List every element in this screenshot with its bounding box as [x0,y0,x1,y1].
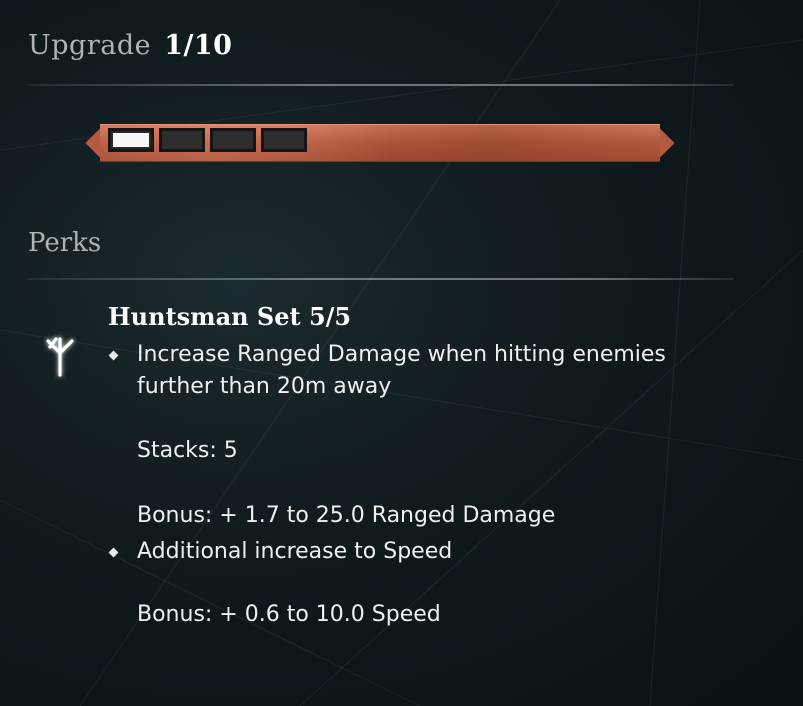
perk-line-2: further than 20m away [137,374,392,399]
upgrade-divider [28,84,733,86]
perk-set-name: Huntsman Set 5/5 [108,302,352,331]
perk-bullet-2 [108,547,119,558]
perks-divider [28,278,733,280]
upgrade-progress-bar [85,124,675,162]
perk-bonus-2: Bonus: + 0.6 to 10.0 Speed [137,602,441,627]
upgrade-level: 1/10 [164,30,233,61]
upgrade-header: Upgrade 1/10 [28,30,232,61]
upgrade-pip-empty [210,128,256,152]
perk-bonus-1: Bonus: + 1.7 to 25.0 Ranged Damage [137,503,556,528]
rune-icon [46,337,74,377]
upgrade-pip-empty [261,128,307,152]
perk-line-speed: Additional increase to Speed [137,539,453,564]
upgrade-pip-empty [159,128,205,152]
upgrade-label: Upgrade [28,30,152,61]
upgrade-pip-filled [108,128,154,152]
upgrade-pips [108,128,307,152]
perk-bullet-1 [108,350,119,361]
perk-stacks: Stacks: 5 [137,438,238,463]
perks-title: Perks [28,228,102,258]
perk-line-1: Increase Ranged Damage when hitting enem… [137,342,666,367]
